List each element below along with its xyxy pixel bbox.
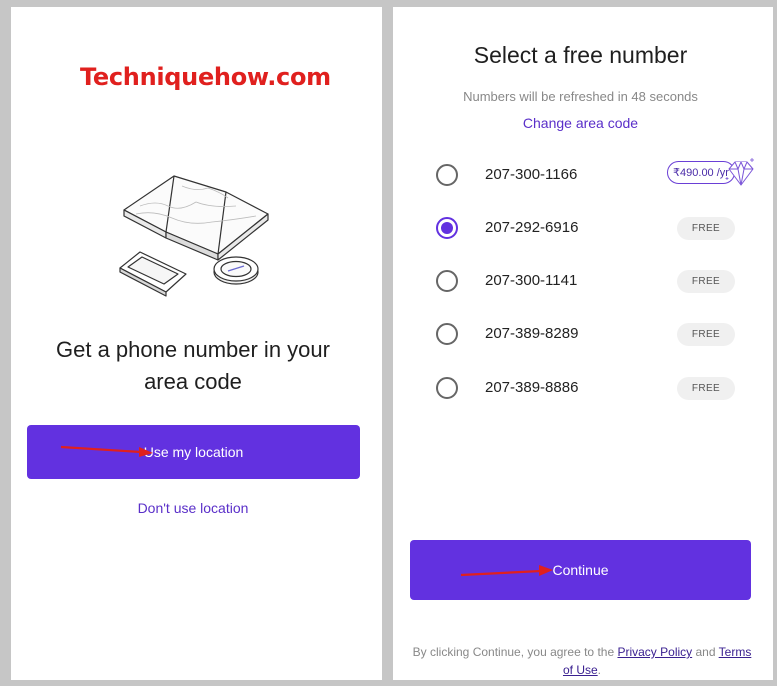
number-option-row[interactable]: 207-389-8886 FREE: [393, 368, 773, 408]
legal-text: By clicking Continue, you agree to the P…: [407, 643, 757, 679]
headline-line-2: area code: [144, 369, 242, 394]
watermark-text: Techniquehow.com: [80, 63, 331, 91]
phone-number: 207-292-6916: [485, 219, 579, 236]
phone-number: 207-389-8886: [485, 379, 579, 396]
radio-button-icon[interactable]: [436, 164, 458, 186]
free-badge: FREE: [677, 270, 735, 293]
phone-number: 207-300-1141: [485, 272, 578, 289]
diamond-icon: [725, 158, 754, 186]
privacy-policy-link[interactable]: Privacy Policy: [617, 645, 692, 659]
number-option-row[interactable]: 207-292-6916 FREE: [393, 208, 773, 248]
radio-button-icon[interactable]: [436, 377, 458, 399]
legal-suffix: .: [597, 663, 602, 677]
free-badge: FREE: [677, 323, 735, 346]
free-badge: FREE: [677, 217, 735, 240]
phone-number: 207-300-1166: [485, 166, 578, 183]
legal-prefix: By clicking Continue, you agree to the: [412, 645, 615, 659]
number-option-row[interactable]: 207-389-8289 FREE: [393, 314, 773, 354]
number-option-row[interactable]: 207-300-1166 ₹490.00 /yr: [393, 155, 773, 195]
free-badge: FREE: [677, 377, 735, 400]
continue-button[interactable]: Continue: [410, 540, 751, 600]
legal-and: and: [695, 645, 716, 659]
select-number-screen: Select a free number Numbers will be ref…: [393, 7, 773, 680]
use-my-location-button[interactable]: Use my location: [27, 425, 360, 479]
continue-label: Continue: [552, 562, 609, 578]
phone-number: 207-389-8289: [485, 325, 579, 342]
use-my-location-label: Use my location: [143, 444, 244, 460]
radio-button-icon[interactable]: [436, 270, 458, 292]
number-option-row[interactable]: 207-300-1141 FREE: [393, 261, 773, 301]
headline-line-1: Get a phone number in your: [56, 337, 330, 362]
refresh-timer-text: Numbers will be refreshed in 48 seconds: [463, 89, 698, 104]
radio-button-icon[interactable]: [436, 323, 458, 345]
change-area-code-link[interactable]: Change area code: [393, 115, 768, 131]
headline: Get a phone number in your area code: [11, 334, 375, 398]
location-permission-screen: Techniquehow.com Get a phone number in y…: [11, 7, 382, 680]
map-illustration-icon: [119, 175, 269, 297]
page-title: Select a free number: [473, 42, 688, 68]
dont-use-location-link[interactable]: Don't use location: [11, 500, 375, 516]
radio-button-selected-icon[interactable]: [436, 217, 458, 239]
